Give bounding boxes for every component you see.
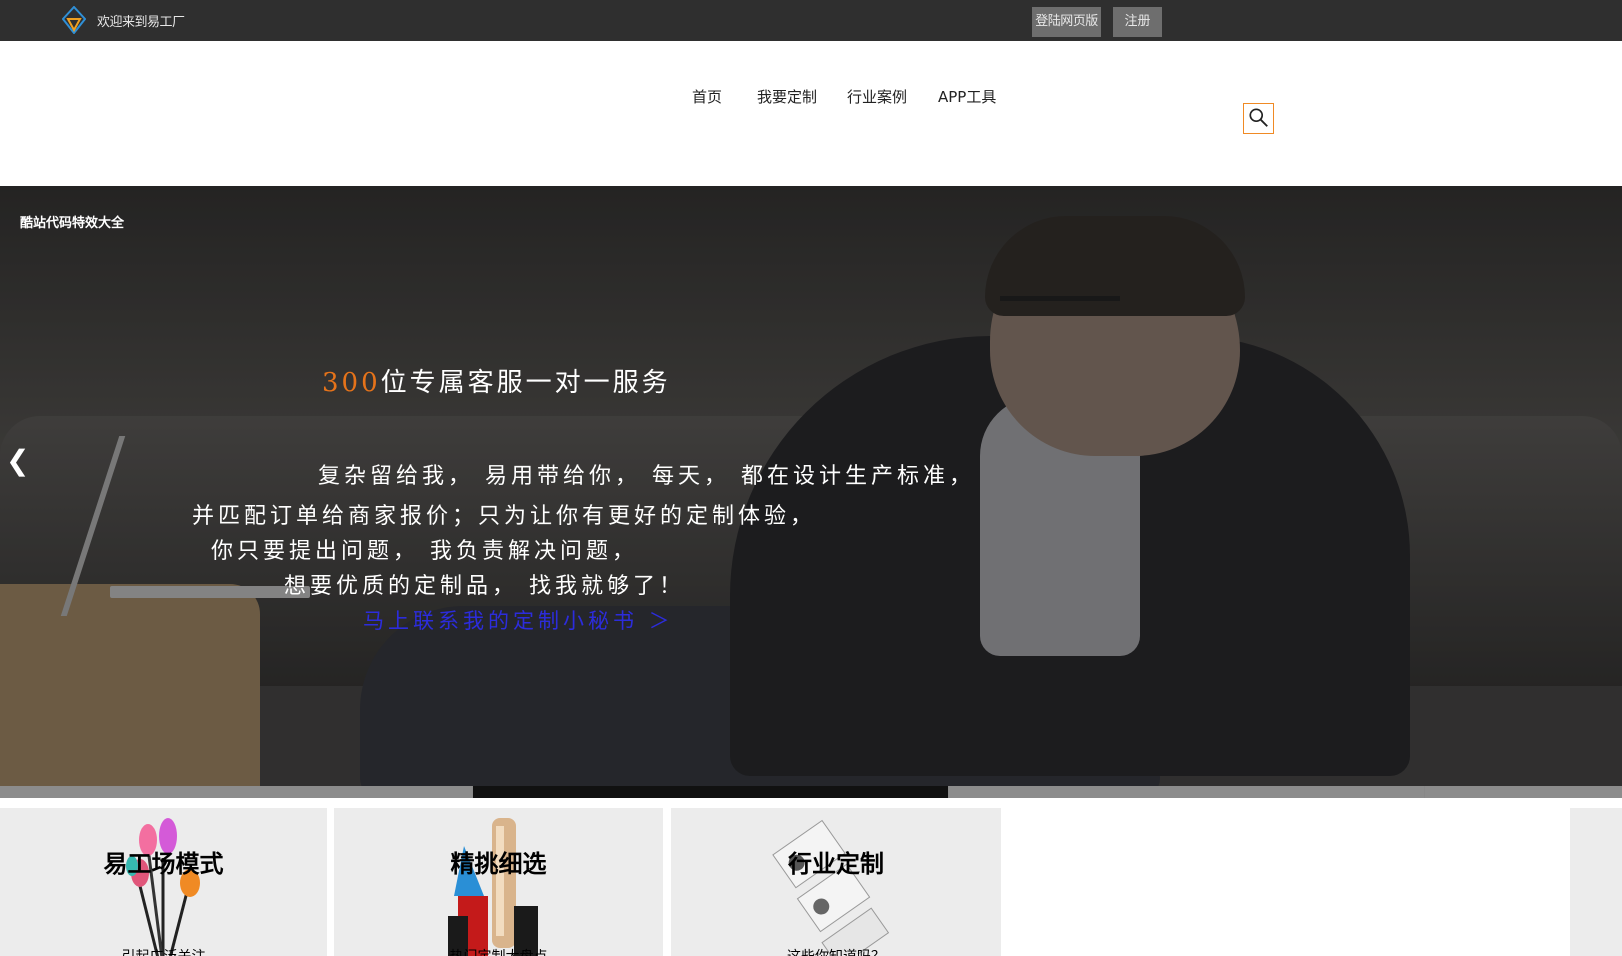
welcome-text: 欢迎来到易工厂 — [97, 15, 185, 30]
hero-copy-line2: 并匹配订单给商家报价；只为让你有更好的定制体验， — [192, 504, 817, 529]
card-subtitle: 热门定制大盘点 — [334, 946, 663, 956]
login-web-button[interactable]: 登陆网页版 — [1032, 7, 1101, 37]
pager-segment[interactable] — [949, 786, 1424, 798]
pager-segment[interactable] — [1425, 786, 1622, 798]
contact-secretary-link[interactable]: 马上联系我的定制小秘书 ＞ — [363, 605, 674, 635]
top-bar: 欢迎来到易工厂 登陆网页版 注册 — [0, 0, 1622, 41]
card-subtitle: 这些你知道吗？ — [671, 946, 1001, 956]
search-button[interactable] — [1243, 103, 1274, 134]
prev-slide-arrow[interactable]: ❮ — [6, 444, 29, 477]
feature-card-mode[interactable]: 易工场模式 引起广泛关注 — [0, 808, 327, 956]
feature-card-selection[interactable]: 精挑细选 热门定制大盘点 — [334, 808, 663, 956]
card-subtitle: 引起广泛关注 — [0, 946, 327, 956]
nav-item-cases[interactable]: 行业案例 — [847, 86, 907, 107]
hero-copy-line3: 你只要提出问题， 我负责解决问题， — [211, 539, 638, 564]
nav-item-home[interactable]: 首页 — [692, 86, 722, 107]
hero-banner: 酷站代码特效大全 300位专属客服一对一服务 复杂留给我， 易用带给你， 每天，… — [0, 186, 1622, 798]
hero-badge[interactable]: 酷站代码特效大全 — [20, 212, 124, 231]
feature-card-partial[interactable] — [1570, 808, 1622, 956]
makeup-brush-image — [126, 818, 200, 956]
card-title: 精挑细选 — [450, 850, 547, 878]
hero-overlay — [0, 186, 1622, 798]
pager-segment[interactable] — [0, 786, 472, 798]
slide-pager — [0, 786, 1622, 798]
business-cards-image — [772, 819, 890, 954]
hero-copy-line4: 想要优质的定制品， 找我就够了！ — [284, 574, 685, 599]
feature-card-industry[interactable]: 行业定制 这些你知道吗？ — [671, 808, 1001, 956]
pager-segment-active[interactable] — [473, 786, 948, 798]
card-title: 行业定制 — [788, 850, 884, 878]
nav-item-customize[interactable]: 我要定制 — [757, 86, 817, 107]
trophy-products-image — [448, 818, 538, 956]
search-icon — [1249, 108, 1268, 127]
hero-headline-text: 位专属客服一对一服务 — [380, 368, 671, 398]
card-title: 易工场模式 — [103, 850, 224, 878]
diamond-logo-icon[interactable] — [62, 6, 86, 34]
hero-copy-line1: 复杂留给我， 易用带给你， 每天， 都在设计生产标准， — [318, 464, 975, 489]
register-button[interactable]: 注册 — [1113, 7, 1162, 37]
hero-headline: 300位专属客服一对一服务 — [322, 362, 671, 399]
nav-item-app-tools[interactable]: APP工具 — [938, 86, 996, 107]
hero-headline-number: 300 — [322, 368, 381, 398]
